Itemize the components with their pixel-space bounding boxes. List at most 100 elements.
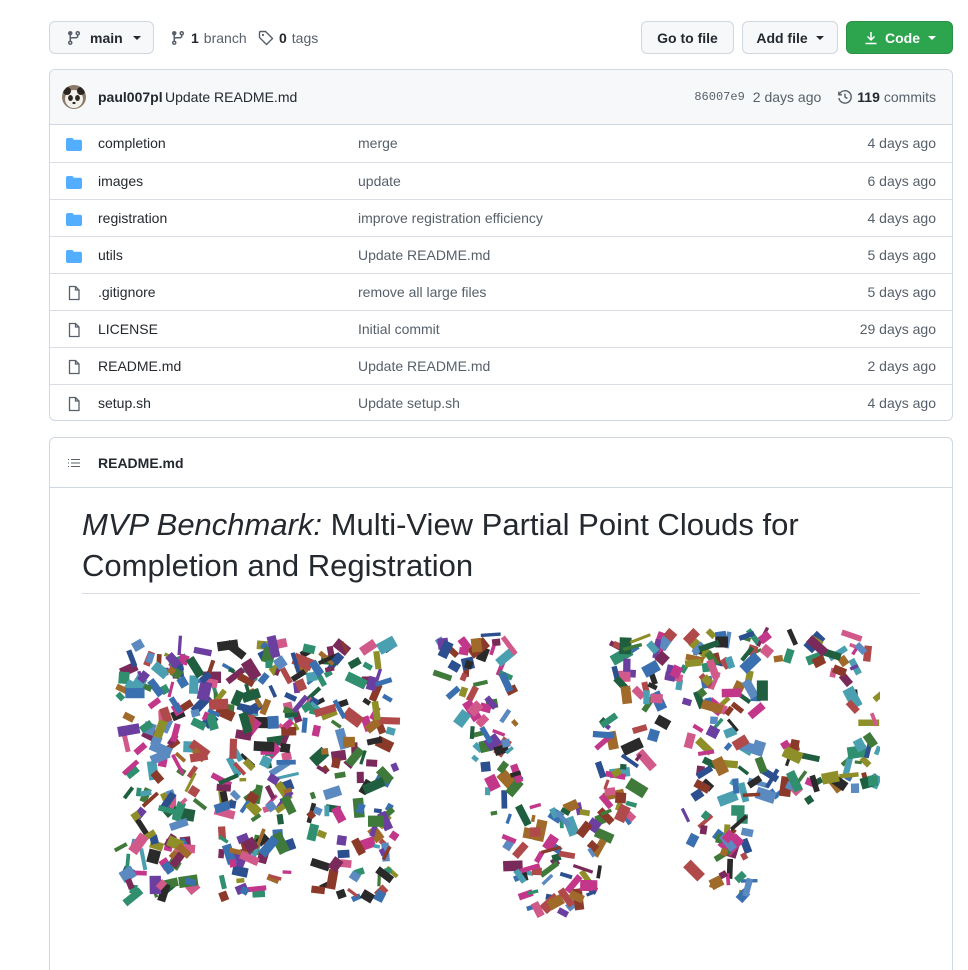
commit-word: commits [883, 89, 936, 105]
file-row[interactable]: setup.sh Update setup.sh 4 days ago [50, 384, 952, 420]
collage-fragment [390, 762, 400, 773]
collage-fragment [373, 844, 381, 849]
file-row[interactable]: images update 6 days ago [50, 162, 952, 199]
collage-fragment [491, 638, 501, 647]
file-name-link[interactable]: setup.sh [98, 395, 151, 411]
collage-fragment [279, 743, 291, 754]
collage-fragment [873, 745, 880, 756]
collage-fragment [335, 888, 347, 900]
collage-fragment [511, 719, 519, 727]
collage-fragment [382, 693, 393, 703]
readme-header: README.md [50, 438, 952, 488]
file-name-link[interactable]: completion [98, 135, 166, 151]
collage-fragment [125, 878, 135, 890]
file-row[interactable]: README.md Update README.md 2 days ago [50, 347, 952, 384]
author-avatar[interactable] [62, 85, 86, 109]
tag-count: 0 [279, 29, 287, 46]
file-row[interactable]: utils Update README.md 5 days ago [50, 236, 952, 273]
collage-fragment [301, 717, 308, 733]
title-divider [82, 593, 920, 594]
branch-word: branch [203, 29, 247, 46]
file-name-link[interactable]: README.md [98, 358, 181, 374]
collage-fragment [432, 669, 453, 682]
file-row[interactable]: completion merge 4 days ago [50, 125, 952, 162]
file-row[interactable]: .gitignore remove all large files 5 days a… [50, 273, 952, 310]
branches-link[interactable]: 1 branch [170, 21, 247, 54]
readme-title-italic: MVP Benchmark: [82, 507, 323, 542]
commit-history-link[interactable]: 119 commits [837, 89, 936, 105]
collage-fragment [218, 890, 230, 903]
file-name-link[interactable]: images [98, 173, 143, 189]
file-icon [68, 285, 80, 301]
collage-fragment [385, 726, 396, 736]
collage-fragment [177, 635, 183, 656]
collage-fragment [306, 823, 320, 842]
file-commit-message-link[interactable]: remove all large files [358, 284, 486, 300]
list-unordered-icon[interactable] [66, 455, 82, 471]
collage-fragment [539, 860, 560, 878]
collage-fragment [239, 777, 247, 782]
collage-fragment [759, 643, 775, 659]
collage-fragment [388, 830, 400, 842]
collage-fragment [325, 868, 339, 890]
file-commit-message-link[interactable]: improve registration efficiency [358, 210, 543, 226]
collage-fragment [782, 648, 795, 664]
collage-fragment [231, 865, 249, 878]
add-file-button[interactable]: Add file [742, 21, 838, 54]
collage-fragment [529, 827, 541, 837]
collage-fragment [330, 719, 342, 729]
branch-select-button[interactable]: main [49, 21, 154, 54]
go-to-file-label: Go to file [657, 29, 718, 46]
collage-fragment [373, 650, 382, 670]
file-commit-message-link[interactable]: Initial commit [358, 321, 440, 337]
file-list-box: paul007pl Update README.md 86007e9 2 day… [49, 69, 953, 421]
collage-fragment [559, 871, 573, 880]
collage-fragment [367, 815, 384, 827]
collage-fragment [356, 771, 364, 784]
commit-sha-link[interactable]: 86007e9 [694, 90, 744, 104]
collage-fragment [139, 848, 148, 871]
collage-fragment [347, 656, 362, 670]
file-commit-message-link[interactable]: Update README.md [358, 247, 490, 263]
collage-fragment [480, 632, 501, 638]
collage-fragment [579, 809, 591, 817]
collage-fragment [850, 783, 860, 794]
collage-fragment [309, 791, 317, 800]
commit-author-link[interactable]: paul007pl [98, 89, 163, 105]
collage-fragment [470, 637, 483, 653]
tags-link[interactable]: 0 tags [258, 21, 318, 54]
collage-fragment [324, 805, 330, 817]
file-commit-message-link[interactable]: merge [358, 135, 398, 151]
collage-fragment [705, 628, 717, 640]
collage-fragment [218, 874, 227, 890]
file-icon [68, 359, 80, 375]
collage-fragment [705, 724, 721, 740]
collage-fragment [619, 763, 627, 770]
collage-fragment [264, 784, 276, 800]
collage-fragment [623, 658, 631, 672]
collage-fragment [746, 775, 763, 789]
file-commit-age: 2 days ago [867, 358, 937, 374]
file-name-link[interactable]: utils [98, 247, 123, 263]
file-name-link[interactable]: LICENSE [98, 321, 158, 337]
file-name-link[interactable]: registration [98, 210, 167, 226]
collage-fragment [740, 852, 749, 861]
commit-message-link[interactable]: Update README.md [165, 89, 297, 105]
file-commit-message-link[interactable]: Update setup.sh [358, 395, 460, 411]
go-to-file-button[interactable]: Go to file [641, 21, 734, 54]
file-commit-message-link[interactable]: update [358, 173, 401, 189]
collage-fragment [265, 660, 273, 669]
file-commit-age: 4 days ago [867, 395, 937, 411]
file-commit-message-link[interactable]: Update README.md [358, 358, 490, 374]
collage-fragment [625, 777, 649, 799]
code-button[interactable]: Code [846, 21, 953, 54]
collage-fragment [334, 771, 346, 779]
collage-fragment [723, 742, 733, 752]
file-row[interactable]: LICENSE Initial commit 29 days ago [50, 310, 952, 347]
collage-fragment [276, 759, 296, 765]
collage-fragment [515, 804, 532, 827]
file-row[interactable]: registration improve registration efficie… [50, 199, 952, 236]
collage-fragment [458, 646, 469, 656]
collage-fragment [324, 666, 335, 673]
file-name-link[interactable]: .gitignore [98, 284, 156, 300]
